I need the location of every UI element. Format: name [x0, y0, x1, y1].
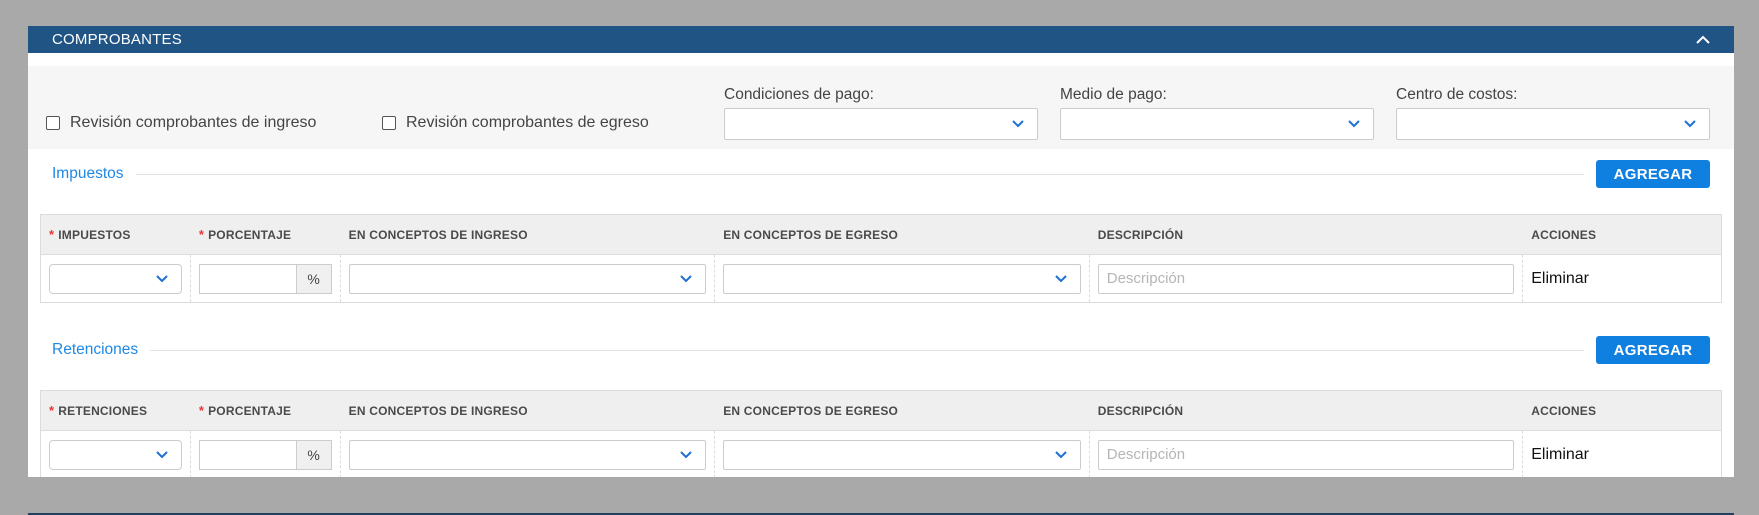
- table-row: % Descripción Eliminar: [41, 255, 1721, 302]
- required-mark: *: [198, 227, 205, 242]
- chevron-down-icon: [156, 450, 168, 458]
- retenciones-section-header: Retenciones AGREGAR: [52, 336, 1710, 364]
- centro-costos-select[interactable]: [1396, 108, 1710, 140]
- cell-porcentaje: %: [191, 431, 341, 477]
- eliminar-link[interactable]: Eliminar: [1531, 446, 1589, 464]
- chevron-down-icon: [156, 274, 168, 282]
- porcentaje-field: %: [198, 439, 332, 470]
- condiciones-pago-group: Condiciones de pago:: [724, 86, 1038, 140]
- th-label: RETENCIONES: [58, 403, 148, 418]
- chevron-down-icon: [1055, 450, 1067, 458]
- impuesto-select[interactable]: [49, 263, 182, 294]
- chevron-up-icon[interactable]: [1694, 31, 1712, 49]
- percent-addon: %: [295, 439, 332, 470]
- descripcion-input[interactable]: Descripción: [1097, 263, 1515, 294]
- porcentaje-field: %: [198, 263, 332, 294]
- th-descripcion: DESCRIPCIÓN: [1097, 227, 1184, 242]
- th-label: PORCENTAJE: [208, 403, 292, 418]
- required-mark: *: [198, 403, 205, 418]
- cell-descripcion: Descripción: [1090, 255, 1524, 302]
- medio-pago-group: Medio de pago:: [1060, 86, 1374, 140]
- add-impuesto-button[interactable]: AGREGAR: [1596, 160, 1710, 188]
- descripcion-input[interactable]: Descripción: [1097, 439, 1515, 470]
- cell-retencion: [41, 431, 191, 477]
- checkbox-egreso[interactable]: [382, 116, 396, 130]
- th-conceptos-egreso: EN CONCEPTOS DE EGRESO: [723, 227, 899, 242]
- th-retenciones: * RETENCIONES: [41, 391, 191, 430]
- th-descripcion: DESCRIPCIÓN: [1097, 403, 1184, 418]
- check-egreso[interactable]: Revisión comprobantes de egreso: [382, 114, 649, 132]
- cell-acciones: Eliminar: [1523, 431, 1721, 477]
- centro-costos-label: Centro de costos:: [1396, 86, 1518, 103]
- impuestos-table: * IMPUESTOS * PORCENTAJE EN CONCEPTOS DE I…: [40, 214, 1722, 303]
- conceptos-ingreso-select[interactable]: [348, 439, 707, 470]
- table-header: * RETENCIONES * PORCENTAJE EN CONCEPTOS DE…: [41, 391, 1721, 431]
- checkbox-ingreso[interactable]: [46, 116, 60, 130]
- condiciones-pago-label: Condiciones de pago:: [724, 86, 874, 103]
- cell-conceptos-egreso: [715, 255, 1090, 302]
- chevron-down-icon: [680, 274, 692, 282]
- retenciones-title: Retenciones: [52, 341, 139, 358]
- th-conceptos-ingreso: EN CONCEPTOS DE INGRESO: [348, 403, 528, 418]
- eliminar-link[interactable]: Eliminar: [1531, 270, 1589, 288]
- th-acciones: ACCIONES: [1531, 227, 1597, 242]
- chevron-down-icon: [1055, 274, 1067, 282]
- th-impuestos: * IMPUESTOS: [41, 215, 191, 254]
- medio-pago-label: Medio de pago:: [1060, 86, 1167, 103]
- th-conceptos-egreso: EN CONCEPTOS DE EGRESO: [723, 403, 899, 418]
- add-retencion-button[interactable]: AGREGAR: [1596, 336, 1710, 364]
- chevron-down-icon: [1012, 120, 1024, 128]
- centro-costos-group: Centro de costos:: [1396, 86, 1710, 140]
- cell-impuesto: [41, 255, 191, 302]
- retenciones-table: * RETENCIONES * PORCENTAJE EN CONCEPTOS DE…: [40, 390, 1722, 477]
- comprobantes-panel: COMPROBANTES Revisión comprobantes de in…: [28, 26, 1734, 477]
- panel-header[interactable]: COMPROBANTES: [28, 26, 1734, 53]
- cell-conceptos-ingreso: [341, 431, 716, 477]
- porcentaje-input[interactable]: [198, 263, 296, 294]
- table-header: * IMPUESTOS * PORCENTAJE EN CONCEPTOS DE I…: [41, 215, 1721, 255]
- retencion-select[interactable]: [49, 439, 182, 470]
- th-porcentaje: * PORCENTAJE: [191, 391, 341, 430]
- th-porcentaje: * PORCENTAJE: [191, 215, 341, 254]
- th-label: PORCENTAJE: [208, 227, 292, 242]
- conceptos-egreso-select[interactable]: [723, 439, 1081, 470]
- check-egreso-label: Revisión comprobantes de egreso: [406, 114, 649, 131]
- cell-conceptos-ingreso: [341, 255, 716, 302]
- cell-conceptos-egreso: [715, 431, 1090, 477]
- chevron-down-icon: [1348, 120, 1360, 128]
- check-ingreso-label: Revisión comprobantes de ingreso: [70, 114, 317, 131]
- th-label: IMPUESTOS: [58, 227, 131, 242]
- required-mark: *: [49, 403, 55, 418]
- divider: [135, 173, 1584, 175]
- check-ingreso[interactable]: Revisión comprobantes de ingreso: [46, 114, 316, 132]
- porcentaje-input[interactable]: [198, 439, 296, 470]
- cell-porcentaje: %: [191, 255, 341, 302]
- required-mark: *: [49, 227, 55, 242]
- conceptos-ingreso-select[interactable]: [348, 263, 707, 294]
- cell-descripcion: Descripción: [1090, 431, 1524, 477]
- impuestos-title: Impuestos: [52, 165, 124, 182]
- table-row: % Descripción Eliminar: [41, 431, 1721, 477]
- chevron-down-icon: [680, 450, 692, 458]
- chevron-down-icon: [1684, 120, 1696, 128]
- divider: [150, 349, 1584, 351]
- medio-pago-select[interactable]: [1060, 108, 1374, 140]
- condiciones-pago-select[interactable]: [724, 108, 1038, 140]
- conceptos-egreso-select[interactable]: [723, 263, 1081, 294]
- panel-title: COMPROBANTES: [52, 31, 182, 48]
- percent-addon: %: [295, 263, 332, 294]
- impuestos-section-header: Impuestos AGREGAR: [52, 160, 1710, 188]
- th-conceptos-ingreso: EN CONCEPTOS DE INGRESO: [348, 227, 528, 242]
- th-acciones: ACCIONES: [1531, 403, 1597, 418]
- cell-acciones: Eliminar: [1523, 255, 1721, 302]
- filters-bar: Revisión comprobantes de ingreso Revisió…: [28, 66, 1734, 149]
